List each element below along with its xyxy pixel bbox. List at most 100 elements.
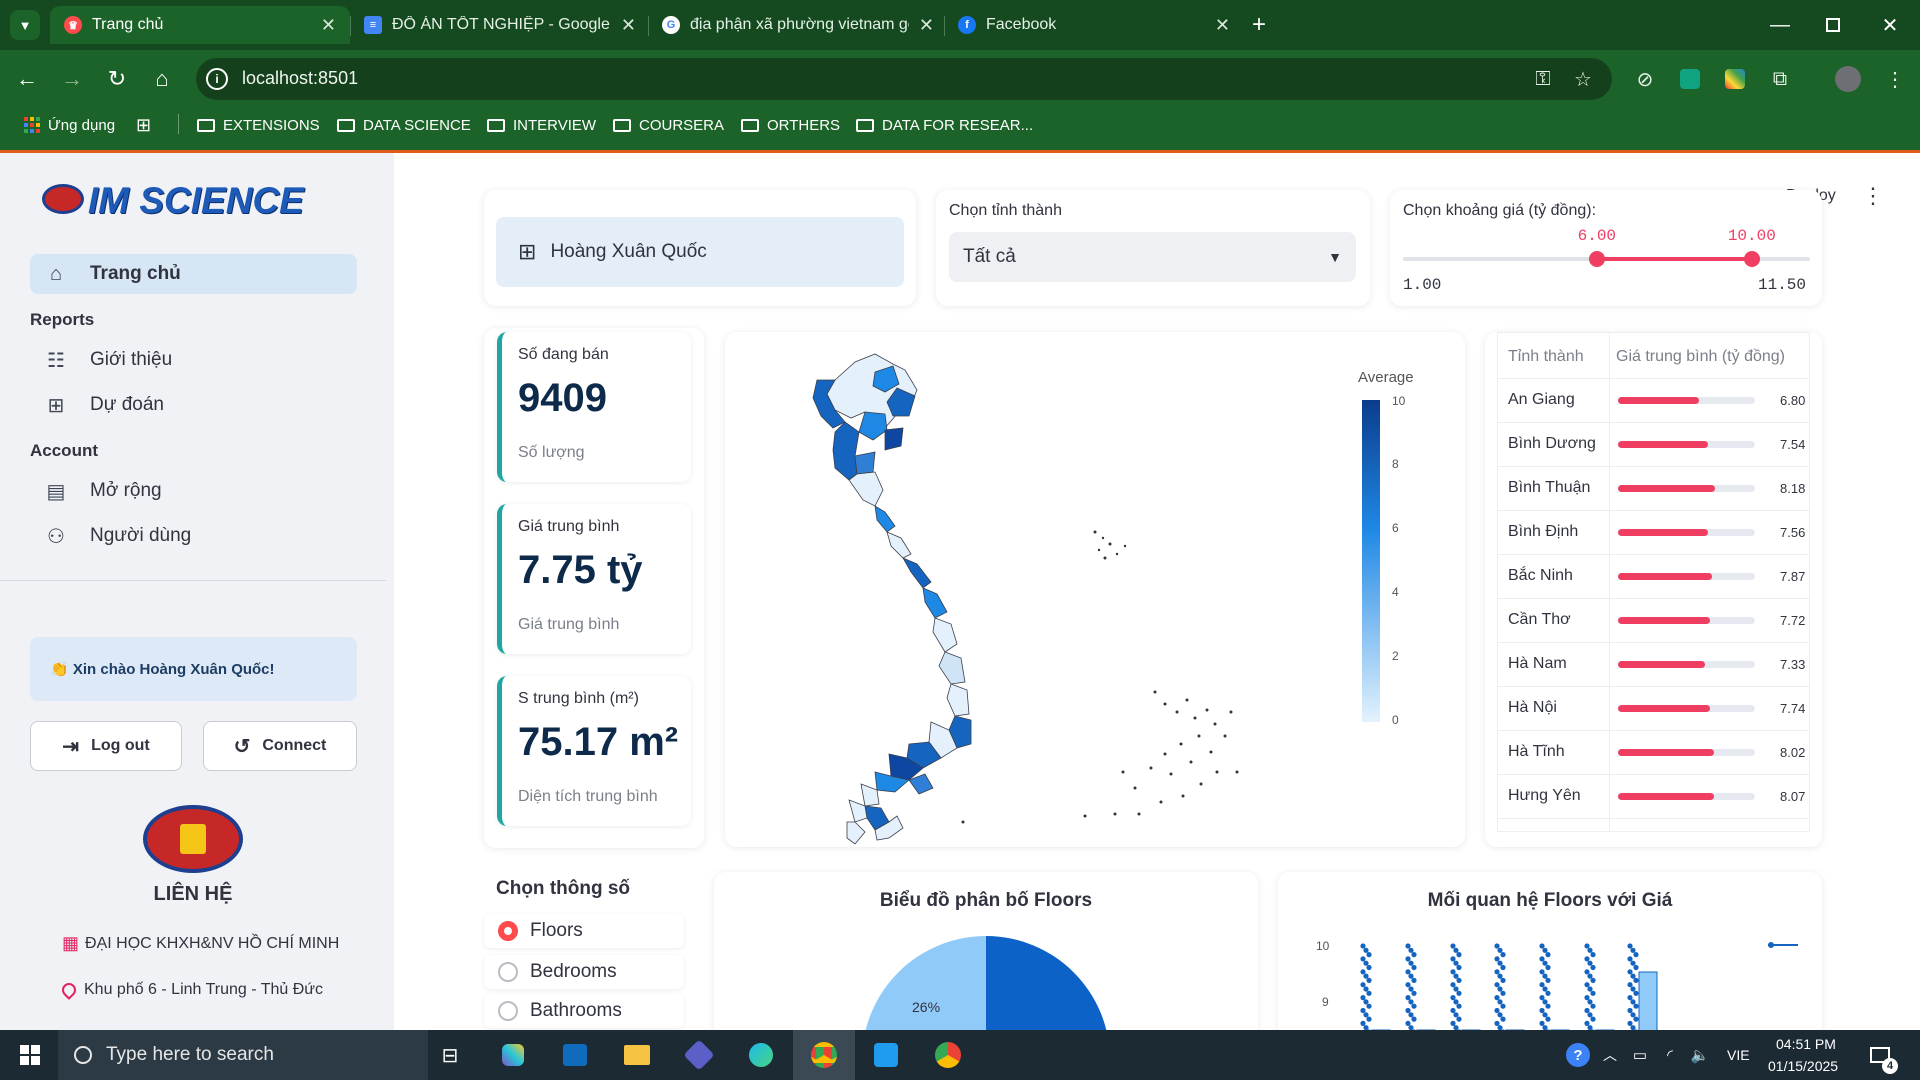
colorbar-tick: 6 [1392, 521, 1399, 535]
radio-bedrooms[interactable]: Bedrooms [484, 955, 684, 989]
scatter-point [1584, 1020, 1590, 1026]
scatter-point [1408, 986, 1414, 992]
outlook-icon[interactable] [555, 1036, 595, 1074]
scatter-point [1500, 1003, 1506, 1009]
copilot-icon[interactable] [493, 1036, 533, 1074]
app-menu-icon[interactable]: ⋮ [1862, 183, 1884, 209]
folder-icon [613, 118, 631, 132]
vscode-icon[interactable] [866, 1036, 906, 1074]
sidebar-item-mo-rong[interactable]: ▤ Mở rộng [30, 471, 357, 511]
logout-button[interactable]: ⇥ Log out [30, 721, 182, 771]
price-value: 7.74 [1780, 701, 1806, 716]
bookmark-folder-interview[interactable]: INTERVIEW [487, 113, 596, 137]
restore-button[interactable] [1813, 10, 1853, 40]
tab-groups-icon[interactable]: ⊞ [136, 113, 151, 137]
chrome-profile-icon[interactable] [928, 1036, 968, 1074]
tab-google-docs[interactable]: ≡ ĐỒ ÁN TỐT NGHIỆP - Google Tài liệu ✕ [350, 6, 650, 44]
back-button[interactable]: ← [10, 64, 44, 94]
pie-slice[interactable] [986, 936, 1110, 1042]
connect-button[interactable]: ↺ Connect [203, 721, 357, 771]
tab-trang-chu[interactable]: ♛ Trang chủ ✕ [50, 6, 350, 44]
edge-icon[interactable] [741, 1036, 781, 1074]
brand-logo-icon [42, 184, 84, 214]
close-window-button[interactable]: ✕ [1870, 10, 1910, 40]
site-info-icon[interactable]: i [206, 68, 228, 90]
table-row[interactable]: Bình Thuận 8.18 [1498, 467, 1809, 511]
extensions-puzzle-icon[interactable]: ⧉ [1765, 64, 1795, 94]
sidebar-item-nguoi-dung[interactable]: ⚇ Người dùng [30, 516, 357, 556]
sidebar-item-du-doan[interactable]: ⊞ Dự đoán [30, 385, 357, 425]
tab-list-button[interactable]: ▼ [10, 10, 40, 40]
radio-bathrooms[interactable]: Bathrooms [484, 994, 684, 1028]
bookmark-apps[interactable]: Ứng dụng [24, 113, 115, 137]
table-row[interactable]: Hưng Yên 8.07 [1498, 775, 1809, 819]
language-indicator[interactable]: VIE [1727, 1047, 1750, 1063]
forward-button[interactable]: → [55, 64, 89, 94]
extension-color-icon[interactable] [1720, 64, 1750, 94]
scatter-point [1633, 964, 1639, 971]
close-tab-icon[interactable]: ✕ [1215, 15, 1230, 36]
legend-marker [1768, 942, 1774, 948]
table-row[interactable]: Hà Nam 7.33 [1498, 643, 1809, 687]
home-button[interactable]: ⌂ [145, 64, 179, 94]
price-max-handle[interactable] [1743, 251, 1760, 267]
table-row[interactable]: Bắc Ninh 7.87 [1498, 555, 1809, 599]
clock-time[interactable]: 04:51 PM [1776, 1036, 1836, 1052]
close-tab-icon[interactable]: ✕ [919, 15, 934, 36]
minimize-button[interactable]: — [1760, 10, 1800, 40]
taskbar-search[interactable]: Type here to search [58, 1030, 428, 1080]
price-value: 7.72 [1780, 613, 1806, 628]
sidebar-item-gioi-thieu[interactable]: ☷ Giới thiệu [30, 340, 357, 380]
tab-google-search[interactable]: G địa phận xã phường vietnam ge ✕ [648, 6, 948, 44]
extension-compass-icon[interactable]: ⊘ [1630, 64, 1660, 94]
pie-slice[interactable] [862, 936, 986, 1042]
bookmark-folder-orthers[interactable]: ORTHERS [741, 113, 840, 137]
windows-start-icon[interactable] [10, 1036, 50, 1074]
price-bar [1618, 661, 1755, 668]
tab-facebook[interactable]: f Facebook ✕ [944, 6, 1244, 44]
province-select[interactable]: Tất cả ▼ [949, 232, 1356, 282]
scatter-point [1453, 960, 1459, 966]
scatter-point [1584, 956, 1590, 962]
vietnam-choropleth-map[interactable]: Average 10 8 6 4 2 0 [725, 332, 1465, 847]
price-min-handle[interactable] [1588, 251, 1605, 267]
new-tab-button[interactable]: + [1244, 10, 1274, 40]
bookmark-star-icon[interactable]: ☆ [1568, 64, 1598, 94]
price-bar [1618, 617, 1755, 624]
box-scatter-chart[interactable]: 10 9 [1278, 932, 1822, 1042]
table-row[interactable]: Cần Thơ 7.72 [1498, 599, 1809, 643]
price-bar [1618, 705, 1755, 712]
table-row[interactable]: Bình Dương 7.54 [1498, 423, 1809, 467]
pie-chart[interactable]: 26% [862, 936, 1110, 1042]
scatter-point [1360, 1007, 1366, 1014]
table-row[interactable]: Hà Tĩnh 8.02 [1498, 731, 1809, 775]
close-tab-icon[interactable]: ✕ [621, 15, 636, 36]
streamlit-icon: ♛ [64, 16, 82, 34]
windows-app-icon[interactable] [679, 1036, 719, 1074]
reload-button[interactable]: ↻ [100, 64, 134, 94]
browser-menu-icon[interactable]: ⋮ [1880, 64, 1910, 94]
bookmark-folder-data-for-research[interactable]: DATA FOR RESEAR... [856, 113, 1033, 137]
bookmark-folder-coursera[interactable]: COURSERA [613, 113, 724, 137]
bookmark-folder-extensions[interactable]: EXTENSIONS [197, 113, 320, 137]
bookmark-folder-data-science[interactable]: DATA SCIENCE [337, 113, 471, 137]
password-key-icon[interactable]: ⚿ [1528, 64, 1558, 94]
task-view-icon[interactable]: ⊟ [430, 1036, 470, 1074]
address-bar[interactable] [196, 58, 1612, 100]
file-explorer-icon[interactable] [617, 1036, 657, 1074]
table-row[interactable]: Bình Định 7.56 [1498, 511, 1809, 555]
volume-icon[interactable]: 🔈 [1680, 1036, 1720, 1074]
close-tab-icon[interactable]: ✕ [321, 15, 336, 36]
radio-floors[interactable]: Floors [484, 914, 684, 948]
extension-green-icon[interactable] [1675, 64, 1705, 94]
profile-avatar[interactable] [1833, 64, 1863, 94]
price-table[interactable]: Tỉnh thành Giá trung bình (tỷ đồng) An G… [1497, 332, 1810, 832]
clock-date[interactable]: 01/15/2025 [1768, 1058, 1838, 1074]
sidebar-item-home[interactable]: ⌂ Trang chủ [30, 254, 357, 294]
section-reports: Reports [30, 310, 95, 329]
table-row[interactable]: An Giang 6.80 [1498, 379, 1809, 423]
table-row[interactable]: Hà Nội 7.74 [1498, 687, 1809, 731]
chrome-icon[interactable] [804, 1036, 844, 1074]
docs-icon: ≡ [364, 16, 382, 34]
scatter-point [1587, 960, 1593, 966]
